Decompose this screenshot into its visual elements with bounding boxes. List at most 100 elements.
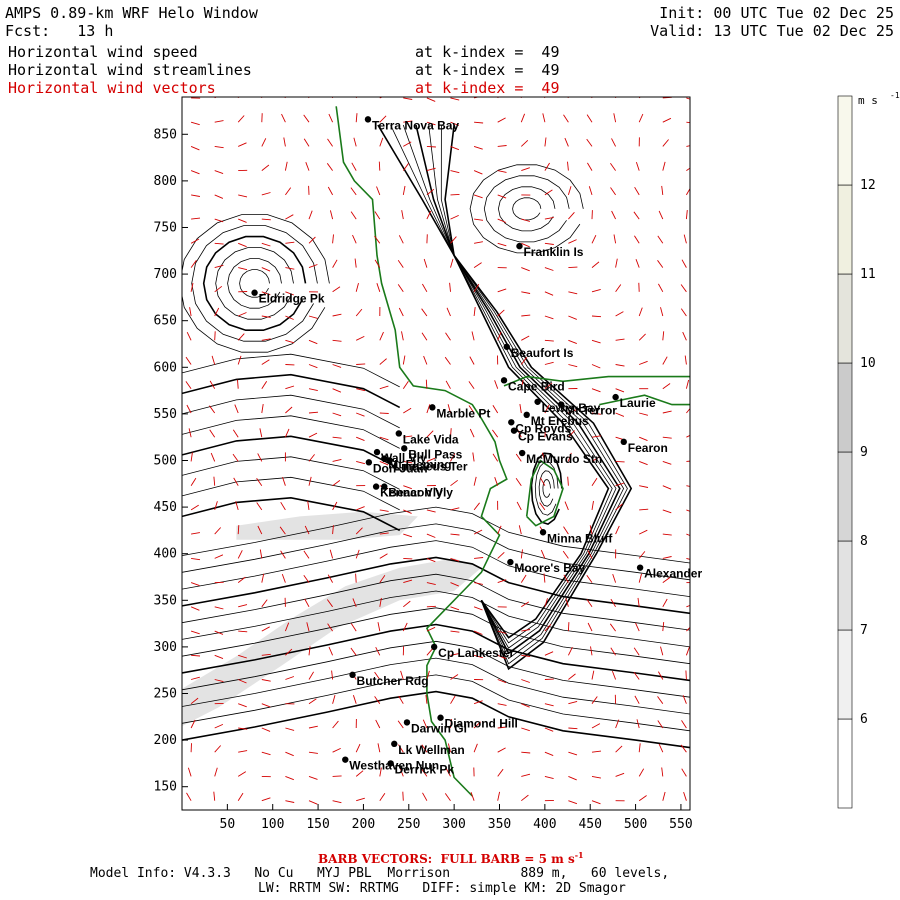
wind-barb-502	[568, 266, 578, 269]
station-marker	[508, 419, 515, 426]
y-tick-label: 350	[154, 593, 177, 608]
station-marker	[523, 411, 530, 419]
station-label: Lake Vida	[403, 432, 459, 446]
station-marker	[395, 430, 403, 437]
colorbar-band	[837, 95, 853, 186]
station-marker	[503, 343, 510, 350]
wind-barb-228	[356, 363, 366, 365]
station-marker	[391, 740, 398, 748]
x-tick-label: 100	[261, 817, 284, 832]
wind-barb-635	[685, 670, 687, 680]
barb-vectors-note: BARB VECTORS: FULL BARB = 5 m s-1	[318, 850, 584, 866]
wind-barb-327	[426, 145, 436, 148]
x-tick-label: 50	[220, 817, 236, 832]
station-marker	[387, 760, 394, 767]
y-tick-label: 400	[154, 547, 177, 562]
station-label: Eldridge Pk	[259, 292, 325, 306]
station-marker	[437, 714, 444, 721]
station-marker	[620, 438, 627, 446]
station-marker	[539, 529, 547, 536]
wind-map-plot: 50 100 150 200 250 300 350 400 450 500 550 150 200 2…	[154, 91, 900, 832]
y-tick-label: 550	[154, 407, 177, 422]
x-tick-label: 200	[352, 817, 375, 832]
colorbar-band	[837, 540, 853, 631]
y-tick-label: 850	[154, 127, 177, 142]
colorbar-label: 12	[860, 178, 876, 193]
station-label: Mt Erebus	[531, 414, 589, 428]
y-tick-label: 600	[154, 360, 177, 375]
station-marker	[500, 377, 508, 384]
y-tick-label: 250	[154, 686, 177, 701]
x-tick-label: 300	[442, 817, 465, 832]
y-tick-label: 450	[154, 500, 177, 515]
station-label: Minna Bluff	[547, 531, 613, 545]
station-label: Terra Nova Bay	[372, 118, 459, 132]
colorbar-band	[837, 451, 853, 542]
wind-barb-554	[615, 460, 625, 463]
station-marker	[516, 242, 523, 250]
colorbar: 6 7 8 9 10 11 12 m s -1	[837, 91, 900, 809]
wind-barb-266	[378, 161, 381, 171]
station-marker	[507, 558, 514, 566]
y-tick-label: 800	[154, 174, 177, 189]
station-marker	[251, 289, 258, 296]
station-marker	[510, 427, 518, 434]
station-marker	[373, 448, 381, 456]
wind-barb-270	[402, 791, 404, 801]
station-label: Mt Fleming	[388, 458, 451, 472]
station-label: Beaufort Is	[511, 346, 574, 360]
colorbar-band	[837, 273, 853, 364]
wind-barb-256	[379, 412, 389, 414]
wind-barb-219	[355, 573, 357, 583]
station-marker	[403, 719, 411, 726]
colorbar-label: 6	[860, 712, 868, 727]
x-tick-label: 250	[397, 817, 420, 832]
wind-barb-49	[214, 331, 216, 341]
wind-barb-280	[403, 557, 413, 560]
station-marker	[381, 483, 388, 490]
wind-barb-317	[425, 379, 428, 389]
colorbar-label: 11	[860, 267, 876, 282]
wind-barb-355	[450, 193, 460, 196]
model-info-physics: LW: RRTM SW: RRTMG DIFF: simple KM: 2D S…	[258, 881, 626, 896]
colorbar-label: 8	[860, 534, 868, 549]
wind-barb-308	[426, 605, 436, 608]
colorbar-band	[837, 184, 853, 275]
x-tick-label: 350	[488, 817, 511, 832]
colorbar-band	[837, 718, 853, 809]
y-tick-label: 650	[154, 314, 177, 329]
x-tick-label: 500	[624, 817, 647, 832]
y-tick-label: 500	[154, 453, 177, 468]
station-marker	[364, 116, 372, 123]
wind-barb-487	[567, 622, 570, 632]
station-label: Cp Lankester	[438, 646, 514, 660]
colorbar-units: m s	[858, 94, 878, 107]
station-marker	[401, 445, 408, 452]
station-label: Moore's Bay	[514, 561, 585, 575]
station-label: McMurdo Stn	[526, 452, 602, 466]
station-label: Lk Wellman	[398, 743, 464, 757]
station-marker	[636, 564, 644, 571]
colorbar-band	[837, 629, 853, 720]
colorbar-label: 10	[860, 356, 876, 371]
station-marker	[430, 643, 438, 651]
station-marker	[557, 401, 565, 408]
station-label: Darwin Gl	[411, 721, 467, 735]
station-label: Derrick Pk	[395, 762, 455, 776]
x-tick-label: 550	[669, 817, 692, 832]
station-label: Butcher Rdg	[357, 674, 429, 688]
wind-barb-71	[237, 525, 240, 535]
x-tick-label: 450	[578, 817, 601, 832]
station-label: Marble Pt	[436, 406, 490, 420]
model-info: Model Info: V4.3.3 No Cu MYJ PBL Morriso…	[90, 866, 670, 881]
station-marker	[349, 671, 356, 679]
station-marker	[365, 459, 373, 466]
station-marker	[429, 404, 436, 411]
station-label: Alexander	[644, 567, 702, 581]
station-label: Fearon	[628, 441, 668, 455]
y-tick-label: 200	[154, 733, 177, 748]
y-tick-label: 700	[154, 267, 177, 282]
station-marker	[372, 483, 380, 490]
station-label: Beacon Vly	[388, 486, 453, 500]
station-label: Laurie	[620, 396, 656, 410]
